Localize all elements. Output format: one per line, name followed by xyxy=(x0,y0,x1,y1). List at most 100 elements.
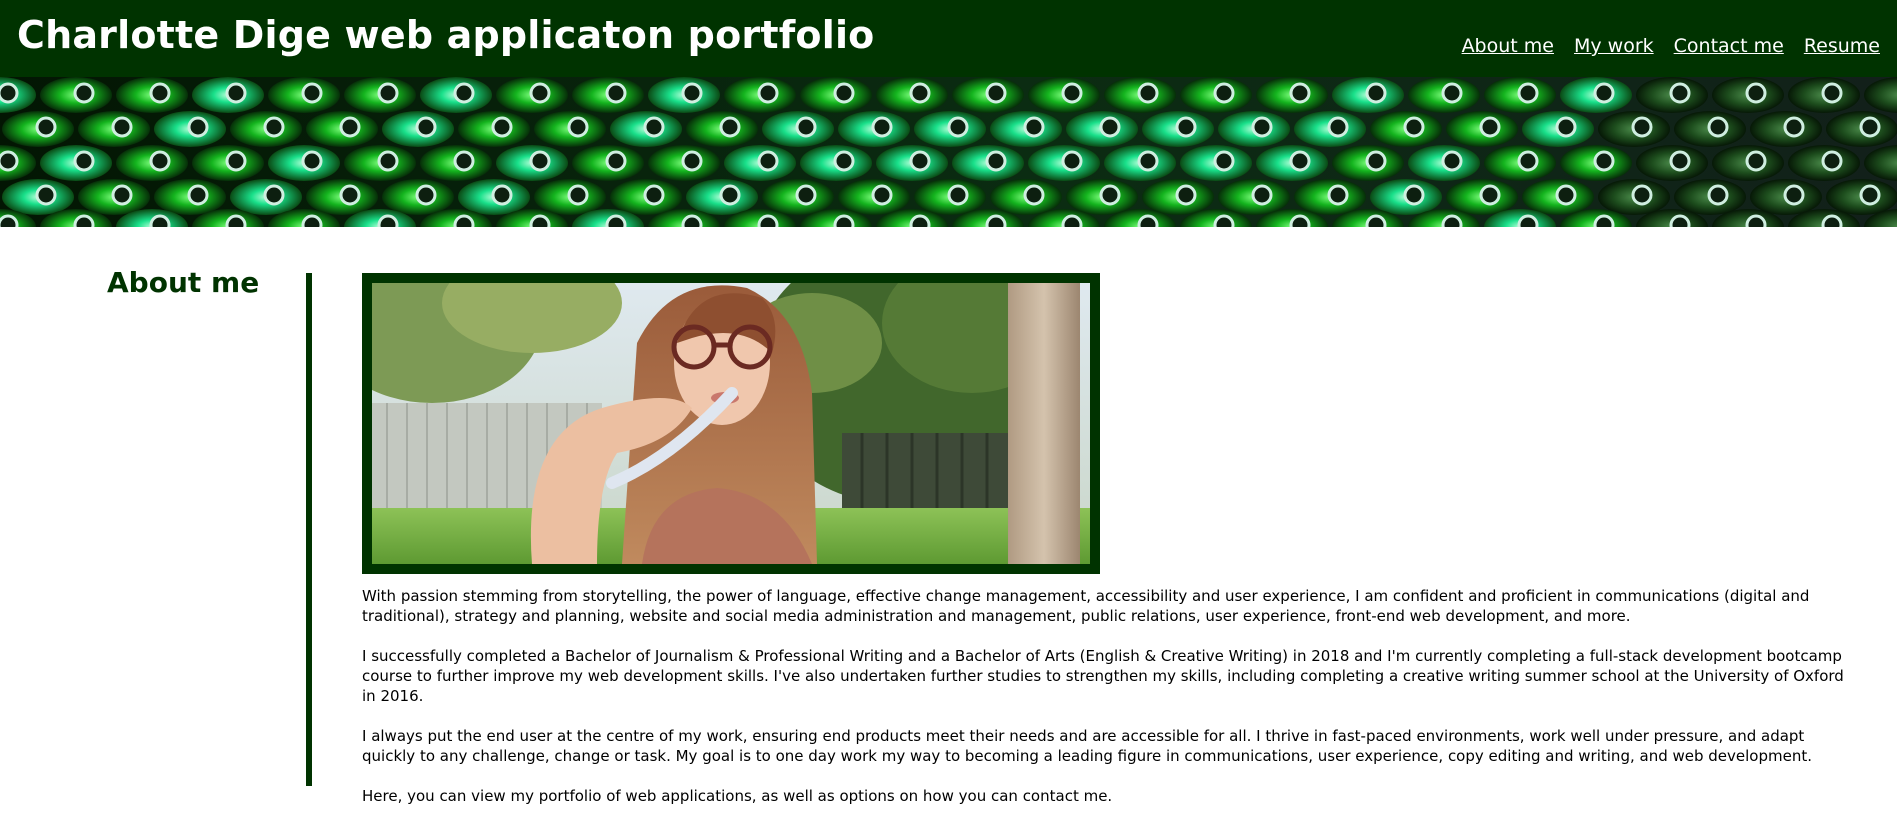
bottle-neck xyxy=(643,116,665,138)
bottle-neck xyxy=(1023,184,1045,206)
bottle-neck xyxy=(1251,116,1273,138)
nav-link-resume[interactable]: Resume xyxy=(1804,35,1880,57)
bottle-neck xyxy=(187,184,209,206)
bottle-neck xyxy=(1517,214,1539,227)
bottle-neck xyxy=(149,150,171,172)
nav-link-about-me[interactable]: About me xyxy=(1462,35,1554,57)
bottle-neck xyxy=(1327,116,1349,138)
site-header: Charlotte Dige web applicaton portfolio … xyxy=(0,0,1897,77)
bottle-neck xyxy=(1669,214,1691,227)
bottle-neck xyxy=(149,214,171,227)
bottle-neck xyxy=(757,82,779,104)
bottle-neck xyxy=(1631,184,1653,206)
bottle-neck xyxy=(681,82,703,104)
bottle-neck xyxy=(1213,214,1235,227)
bottle-neck xyxy=(263,184,285,206)
bottle-neck xyxy=(1365,214,1387,227)
bottle-neck xyxy=(1821,214,1843,227)
bottle-neck xyxy=(415,184,437,206)
bottle-neck xyxy=(377,82,399,104)
bottle-neck xyxy=(947,184,969,206)
bottle-neck xyxy=(1783,184,1805,206)
bottle-neck xyxy=(795,184,817,206)
bottle-neck xyxy=(149,82,171,104)
bottle-neck xyxy=(1441,150,1463,172)
bottle-neck xyxy=(1479,184,1501,206)
bottle-neck xyxy=(377,214,399,227)
bottle-neck xyxy=(909,82,931,104)
bottle-neck xyxy=(1213,82,1235,104)
bottle-neck xyxy=(187,116,209,138)
bottle-neck xyxy=(643,184,665,206)
bottle-neck xyxy=(1251,184,1273,206)
bottle-neck xyxy=(681,150,703,172)
bottle-neck xyxy=(73,214,95,227)
hero-banner-image xyxy=(0,77,1897,227)
bottle-neck xyxy=(35,184,57,206)
bottle-neck xyxy=(301,214,323,227)
bottle-neck xyxy=(491,184,513,206)
bottle-neck xyxy=(1517,82,1539,104)
bottle-neck xyxy=(605,150,627,172)
bottle-neck xyxy=(1289,150,1311,172)
bottle-neck xyxy=(1213,150,1235,172)
bottle-neck xyxy=(529,82,551,104)
bottle-neck xyxy=(1707,116,1729,138)
bottle-neck xyxy=(1745,82,1767,104)
bottle-neck xyxy=(1555,184,1577,206)
bottle-neck xyxy=(1365,82,1387,104)
bottle-neck xyxy=(1403,116,1425,138)
bottle-neck xyxy=(453,150,475,172)
bottle-neck xyxy=(1859,116,1881,138)
bottle-neck xyxy=(1403,184,1425,206)
bottle-neck xyxy=(1593,150,1615,172)
bottle-neck xyxy=(1099,116,1121,138)
bottle-neck xyxy=(491,116,513,138)
bottle-neck xyxy=(947,116,969,138)
bottle-neck xyxy=(1289,214,1311,227)
bottle-neck xyxy=(301,82,323,104)
bottle-neck xyxy=(1175,184,1197,206)
bottle-neck xyxy=(263,116,285,138)
bottle-neck xyxy=(1175,116,1197,138)
bottle-neck xyxy=(529,214,551,227)
bottle-neck xyxy=(35,116,57,138)
about-me-heading: About me xyxy=(107,266,260,299)
bottle-neck xyxy=(1289,82,1311,104)
bottle-neck xyxy=(909,150,931,172)
bottle-neck xyxy=(1365,150,1387,172)
bottle-neck xyxy=(1593,214,1615,227)
bottle-neck xyxy=(1859,184,1881,206)
bottle-neck xyxy=(681,214,703,227)
bottle-neck xyxy=(985,150,1007,172)
bottle-neck xyxy=(453,214,475,227)
bottle-neck xyxy=(1821,82,1843,104)
bottle-neck xyxy=(833,214,855,227)
bottle-neck xyxy=(605,82,627,104)
bottle-neck xyxy=(1821,150,1843,172)
bottle-neck xyxy=(1061,214,1083,227)
bottle-neck xyxy=(985,82,1007,104)
bottle-neck xyxy=(225,82,247,104)
bottle-neck xyxy=(111,184,133,206)
bottle-neck xyxy=(73,150,95,172)
bottle-neck xyxy=(1783,116,1805,138)
bottle-neck xyxy=(1631,116,1653,138)
bottle-neck xyxy=(567,116,589,138)
main-nav: About me My work Contact me Resume xyxy=(1462,35,1880,57)
bottle-neck xyxy=(1441,214,1463,227)
bottle-neck xyxy=(225,150,247,172)
bottle-neck xyxy=(833,150,855,172)
bottle-neck xyxy=(1479,116,1501,138)
bottle-neck xyxy=(453,82,475,104)
bio-paragraph: Here, you can view my portfolio of web a… xyxy=(362,787,1113,805)
bottle-neck xyxy=(1137,82,1159,104)
nav-link-contact-me[interactable]: Contact me xyxy=(1674,35,1784,57)
nav-link-my-work[interactable]: My work xyxy=(1574,35,1654,57)
bottle-neck xyxy=(833,82,855,104)
bottle-neck xyxy=(301,150,323,172)
bottle-neck xyxy=(1593,82,1615,104)
bottle-neck xyxy=(1669,150,1691,172)
bottle-neck xyxy=(871,116,893,138)
bottle-neck xyxy=(339,184,361,206)
